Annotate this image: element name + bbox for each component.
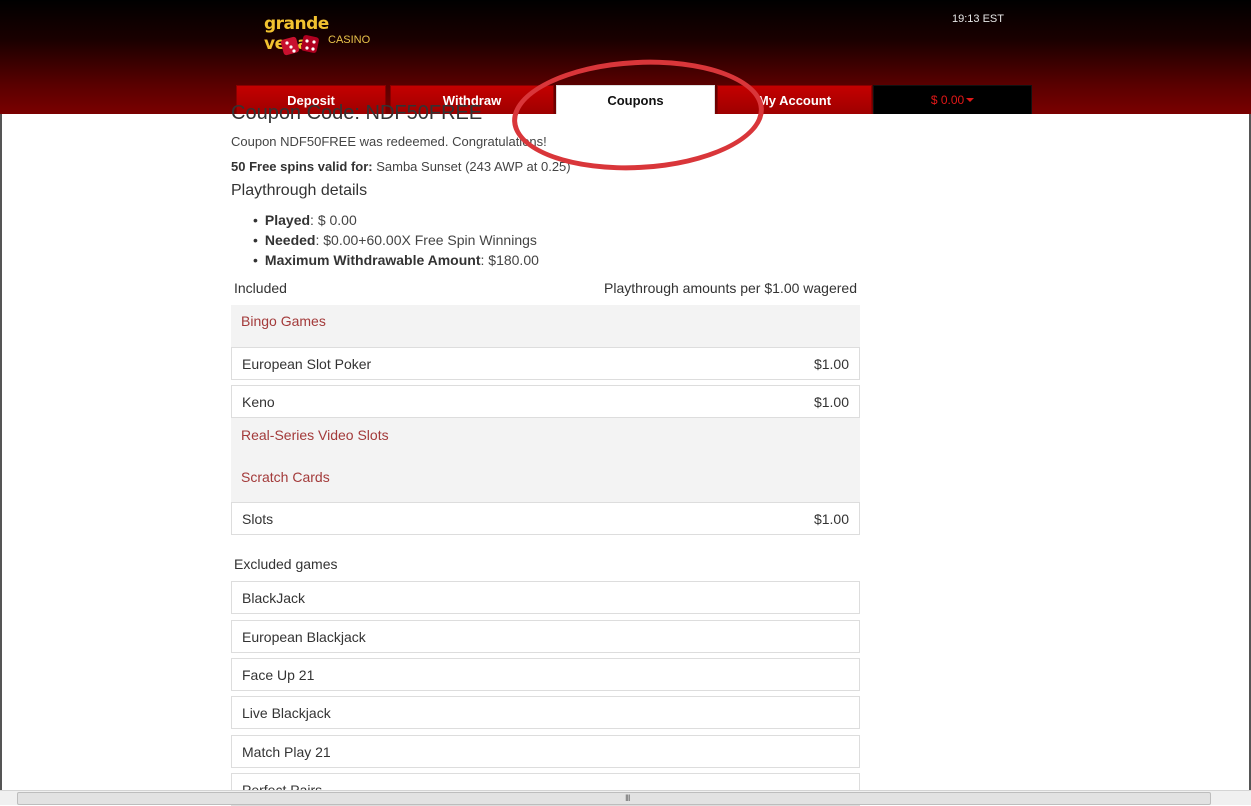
- game-name: European Slot Poker: [242, 356, 372, 372]
- balance-amount: $ 0.00: [930, 93, 965, 107]
- game-rate: $1.00: [813, 394, 849, 410]
- excluded-row: European Blackjack: [231, 620, 860, 653]
- detail-played: Played: $ 0.00: [253, 210, 539, 230]
- coupon-title: Coupon Code: NDF50FREE: [231, 102, 483, 124]
- included-label: Included: [234, 280, 287, 296]
- caret-down-icon: [966, 98, 975, 102]
- game-name: European Blackjack: [242, 629, 366, 645]
- detail-played-label: Played: [264, 212, 311, 228]
- playthrough-rate-label: Playthrough amounts per $1.00 wagered: [604, 280, 857, 296]
- table-row: European Slot Poker $1.00: [231, 347, 860, 380]
- game-name: Match Play 21: [242, 744, 331, 760]
- free-spins-info: 50 Free spins valid for: Samba Sunset (2…: [231, 159, 571, 174]
- excluded-row: Face Up 21: [231, 658, 860, 691]
- tab-coupons[interactable]: Coupons: [556, 85, 715, 114]
- scroll-right-arrow[interactable]: [1235, 792, 1251, 804]
- category-video-scratch: Real-Series Video Slots Scratch Cards: [231, 418, 860, 502]
- detail-needed-value: : $0.00+60.00X Free Spin Winnings: [315, 232, 537, 248]
- table-row: Slots $1.00: [231, 502, 860, 535]
- game-rate: $1.00: [813, 356, 849, 372]
- table-row: Keno $1.00: [231, 385, 860, 418]
- detail-max-withdrawable: Maximum Withdrawable Amount: $180.00: [253, 250, 539, 270]
- game-name: Live Blackjack: [242, 705, 331, 721]
- detail-needed: Needed: $0.00+60.00X Free Spin Winnings: [253, 230, 539, 250]
- game-name: Keno: [242, 394, 275, 410]
- category-bingo-games: Bingo Games: [231, 305, 860, 347]
- detail-played-value: : $ 0.00: [310, 212, 357, 228]
- dice-icon: [280, 35, 319, 56]
- server-clock: 19:13 EST: [952, 13, 1004, 25]
- game-name: Face Up 21: [242, 667, 315, 683]
- casino-logo[interactable]: grande vegas CASINO: [262, 12, 372, 60]
- scroll-left-arrow[interactable]: [0, 792, 16, 804]
- horizontal-scrollbar[interactable]: III: [0, 790, 1251, 805]
- detail-max-label: Maximum Withdrawable Amount: [264, 252, 481, 268]
- excluded-row: BlackJack: [231, 581, 860, 614]
- playthrough-list: Played: $ 0.00 Needed: $0.00+60.00X Free…: [253, 210, 539, 270]
- free-spins-value: Samba Sunset (243 AWP at 0.25): [372, 159, 571, 174]
- detail-needed-label: Needed: [264, 232, 316, 248]
- tab-coupons-label: Coupons: [607, 92, 664, 108]
- tab-my-account-label: My Account: [757, 92, 832, 108]
- game-name: Slots: [242, 511, 274, 527]
- scrollbar-grip: III: [625, 793, 630, 803]
- category-label: Bingo Games: [241, 313, 326, 329]
- game-rate: $1.00: [813, 511, 849, 527]
- tab-my-account[interactable]: My Account: [717, 85, 872, 114]
- site-header: grande vegas CASINO 19:13 EST Deposit Wi…: [0, 0, 1251, 114]
- logo-text-bottom: CASINO: [328, 34, 371, 46]
- scrollbar-thumb[interactable]: III: [17, 792, 1211, 805]
- free-spins-label: 50 Free spins valid for:: [231, 159, 373, 174]
- redeemed-message: Coupon NDF50FREE was redeemed. Congratul…: [231, 134, 547, 149]
- excluded-header: Excluded games: [234, 556, 338, 572]
- category-label: Scratch Cards: [241, 469, 330, 485]
- category-label: Real-Series Video Slots: [241, 427, 389, 443]
- balance-dropdown[interactable]: $ 0.00: [873, 85, 1032, 114]
- playthrough-heading: Playthrough details: [231, 182, 368, 199]
- excluded-row: Match Play 21: [231, 735, 860, 768]
- window-frame-left: [0, 0, 2, 790]
- excluded-row: Live Blackjack: [231, 696, 860, 729]
- game-name: BlackJack: [242, 590, 306, 606]
- included-header: Included Playthrough amounts per $1.00 w…: [234, 280, 857, 296]
- detail-max-value: : $180.00: [480, 252, 539, 268]
